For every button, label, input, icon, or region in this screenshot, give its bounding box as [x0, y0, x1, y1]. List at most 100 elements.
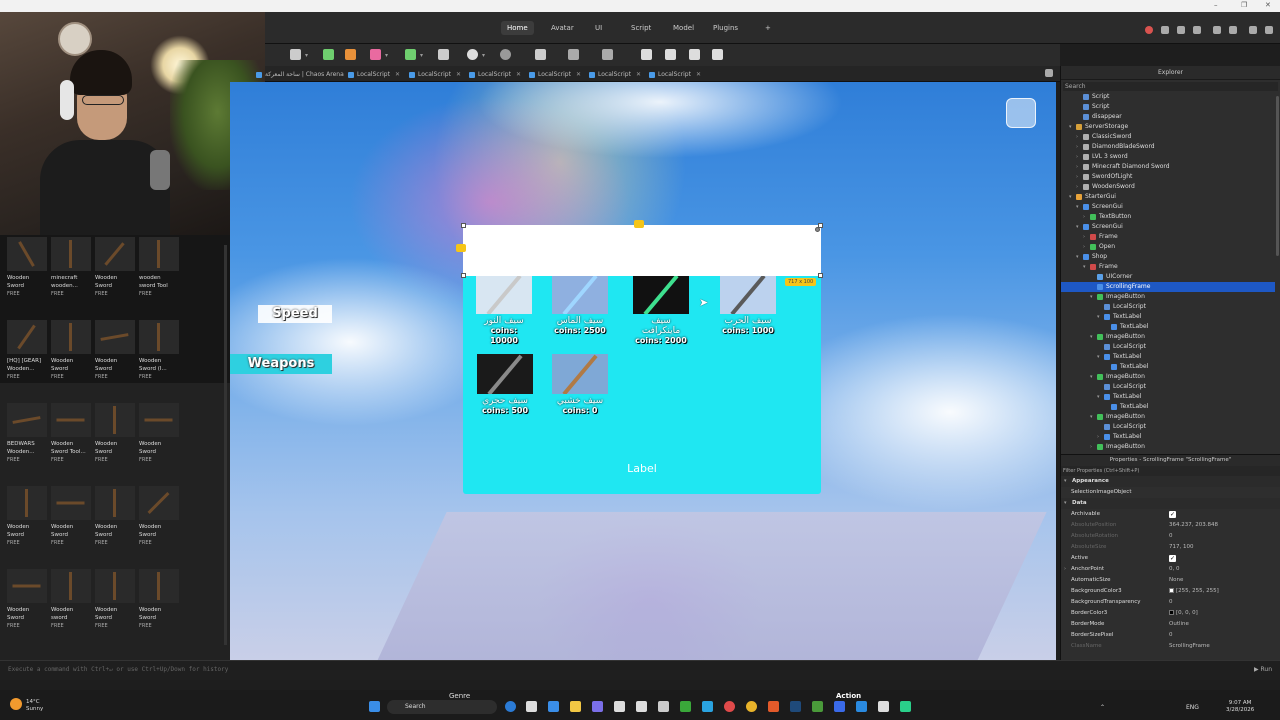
chevron-right-icon[interactable]: ›: [1097, 432, 1099, 442]
anchor-handle[interactable]: [456, 244, 466, 252]
chevron-right-icon[interactable]: ›: [1064, 564, 1066, 575]
tree-item[interactable]: › TextButton: [1061, 212, 1275, 222]
weapons-button[interactable]: Weapons: [230, 354, 332, 374]
select-icon[interactable]: [535, 49, 546, 60]
property-row[interactable]: BackgroundColor3 [255, 255, 255]: [1061, 586, 1280, 597]
record-icon[interactable]: [1145, 26, 1153, 34]
tab-home[interactable]: Home: [501, 21, 534, 35]
toolbox-item[interactable]: Wooden Sword FREE: [95, 320, 135, 380]
chevron-down-icon[interactable]: ▾: [385, 52, 388, 59]
property-row[interactable]: SelectionImageObject: [1061, 487, 1280, 498]
resize-handle[interactable]: [461, 223, 466, 228]
app-icon[interactable]: [900, 701, 911, 712]
tab-localscript[interactable]: LocalScript ✕: [648, 69, 701, 81]
tree-item[interactable]: TextLabel: [1061, 402, 1275, 412]
property-value[interactable]: 0: [1169, 630, 1173, 641]
property-value[interactable]: 364.237, 203.848: [1169, 520, 1218, 531]
collab-icon[interactable]: [1213, 26, 1221, 34]
chevron-down-icon[interactable]: ▾: [1090, 332, 1093, 342]
group-icon[interactable]: [438, 49, 449, 60]
system-clock[interactable]: 9:07 AM 3/28/2026: [1226, 700, 1254, 714]
chevron-right-icon[interactable]: ›: [1083, 212, 1085, 222]
property-row[interactable]: ClassName ScrollingFrame: [1061, 641, 1280, 652]
toolbox-item[interactable]: Wooden Sword FREE: [51, 320, 91, 380]
maximize-button[interactable]: ❐: [1241, 1, 1247, 9]
color-icon[interactable]: [500, 49, 511, 60]
property-value[interactable]: 0, 0: [1169, 564, 1180, 575]
chevron-down-icon[interactable]: ▾: [1076, 202, 1079, 212]
toolbox-item[interactable]: [HQ] [GEAR] Wooden... FREE: [7, 320, 47, 380]
shop-sword-button[interactable]: سيف حجري coins: 500: [477, 354, 533, 416]
app-icon[interactable]: [878, 701, 889, 712]
toolbox-item[interactable]: Wooden Sword FREE: [139, 403, 179, 463]
mail-icon[interactable]: [526, 701, 537, 712]
anchor-handle[interactable]: [634, 220, 644, 228]
property-row[interactable]: BackgroundTransparency 0: [1061, 597, 1280, 608]
test-icon[interactable]: [712, 49, 723, 60]
app-icon[interactable]: [658, 701, 669, 712]
steam-icon[interactable]: [790, 701, 801, 712]
share-icon[interactable]: [1193, 26, 1201, 34]
chevron-down-icon[interactable]: ▾: [1076, 252, 1079, 262]
lock-icon[interactable]: [568, 49, 579, 60]
chevron-right-icon[interactable]: ›: [1083, 232, 1085, 242]
tree-item[interactable]: UICorner: [1061, 272, 1275, 282]
shop-sword-button[interactable]: سيف ماينكرافت coins: 2000: [633, 274, 689, 346]
settings-icon[interactable]: [1265, 26, 1273, 34]
property-value[interactable]: [255, 255, 255]: [1169, 586, 1219, 597]
app-icon[interactable]: [856, 701, 867, 712]
property-checkbox[interactable]: ✓: [1169, 555, 1176, 562]
tree-item[interactable]: ▾ TextLabel: [1061, 392, 1275, 402]
start-icon[interactable]: [369, 701, 380, 712]
tree-item[interactable]: LocalScript: [1061, 422, 1275, 432]
toolbox-item[interactable]: minecraft wooden... FREE: [51, 237, 91, 297]
tab-localscript[interactable]: LocalScript ✕: [528, 69, 581, 81]
chevron-right-icon[interactable]: ›: [1076, 142, 1078, 152]
property-row[interactable]: AbsolutePosition 364.237, 203.848: [1061, 520, 1280, 531]
tab-place[interactable]: ساحة المعركة | Chaos Arena ✕: [255, 69, 354, 81]
toolbox-item[interactable]: Wooden Sword FREE: [51, 486, 91, 546]
tab-localscript[interactable]: LocalScript ✕: [408, 69, 461, 81]
tree-item[interactable]: › SwordOfLight: [1061, 172, 1275, 182]
tree-item[interactable]: › Open: [1061, 242, 1275, 252]
language-indicator[interactable]: ENG: [1186, 704, 1199, 711]
game-viewport[interactable]: Speed Weapons سيف النور coins: 10000 سيف ا…: [230, 82, 1056, 660]
store-icon[interactable]: [548, 701, 559, 712]
chat-icon[interactable]: [1177, 26, 1185, 34]
property-section[interactable]: ▾ Data: [1061, 498, 1280, 509]
constraints-icon[interactable]: [689, 49, 700, 60]
chevron-down-icon[interactable]: ▾: [1069, 122, 1072, 132]
tree-item[interactable]: TextLabel: [1061, 322, 1275, 332]
tree-item[interactable]: ▾ ServerStorage: [1061, 122, 1275, 132]
chevron-down-icon[interactable]: ▾: [482, 52, 485, 59]
explorer-scrollbar[interactable]: [1276, 96, 1279, 256]
chevron-right-icon[interactable]: ›: [1076, 132, 1078, 142]
tab-localscript[interactable]: LocalScript ✕: [588, 69, 641, 81]
chevron-down-icon[interactable]: ▾: [420, 52, 423, 59]
scrolling-frame-selected[interactable]: [463, 225, 821, 276]
part-icon[interactable]: [290, 49, 301, 60]
close-icon[interactable]: ✕: [576, 71, 581, 78]
property-row[interactable]: BorderSizePixel 0: [1061, 630, 1280, 641]
close-icon[interactable]: ✕: [456, 71, 461, 78]
tree-item[interactable]: TextLabel: [1061, 362, 1275, 372]
tab-localscript[interactable]: LocalScript ✕: [468, 69, 521, 81]
close-window-button[interactable]: ✕: [1265, 1, 1271, 9]
tree-item[interactable]: ▾ TextLabel: [1061, 312, 1275, 322]
property-row[interactable]: BorderColor3 [0, 0, 0]: [1061, 608, 1280, 619]
property-value[interactable]: 0: [1169, 597, 1173, 608]
close-icon[interactable]: ✕: [696, 71, 701, 78]
toolbox-item[interactable]: wooden sword Tool FREE: [139, 237, 179, 297]
property-row[interactable]: Archivable ✓: [1061, 509, 1280, 520]
tree-item[interactable]: › TextLabel: [1061, 432, 1275, 442]
edge-icon[interactable]: [505, 701, 516, 712]
property-row[interactable]: › AnchorPoint 0, 0: [1061, 564, 1280, 575]
chevron-down-icon[interactable]: ▾: [305, 52, 308, 59]
tree-item[interactable]: › DiamondBladeSword: [1061, 142, 1275, 152]
shop-sword-button[interactable]: سيف النور coins: 10000: [476, 274, 532, 346]
tab-avatar[interactable]: Avatar: [545, 21, 580, 35]
shop-sword-button[interactable]: سيف خشبي coins: 0: [552, 354, 608, 416]
shop-sword-button[interactable]: سيف الحرب coins: 1000: [720, 274, 776, 336]
toolbox-item[interactable]: BEDWARS Wooden... FREE: [7, 403, 47, 463]
image-icon[interactable]: [370, 49, 381, 60]
